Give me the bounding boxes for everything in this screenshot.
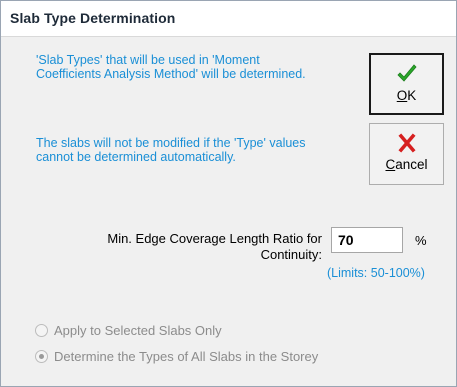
ratio-label-line2: Continuity: <box>260 247 322 262</box>
percent-unit: % <box>415 233 427 248</box>
slab-type-dialog: Slab Type Determination 'Slab Types' tha… <box>0 0 457 387</box>
ratio-label-line1: Min. Edge Coverage Length Ratio for <box>107 231 322 246</box>
radio-circle-unchecked <box>35 323 48 337</box>
red-x-icon <box>397 133 416 153</box>
cancel-button-label: Cancel <box>370 157 443 172</box>
cancel-label-rest: ancel <box>395 157 428 172</box>
radio-selected-slabs-only[interactable]: Apply to Selected Slabs Only <box>35 321 222 339</box>
ok-hotkey: O <box>396 88 408 103</box>
check-mark-icon <box>396 64 417 82</box>
ok-label-rest: K <box>407 88 417 103</box>
coverage-ratio-input[interactable] <box>331 227 403 253</box>
ok-button-label: OK <box>371 88 442 103</box>
limits-hint: (Limits: 50-100%) <box>327 266 425 280</box>
window-title: Slab Type Determination <box>10 10 176 26</box>
cancel-hotkey: C <box>385 157 396 172</box>
info-text-not-modified: The slabs will not be modified if the 'T… <box>36 136 306 164</box>
ok-button[interactable]: OK <box>369 53 444 115</box>
title-bar: Slab Type Determination <box>1 1 456 37</box>
info-text-analysis-method: 'Slab Types' that will be used in 'Momen… <box>36 53 306 81</box>
cancel-button[interactable]: Cancel <box>369 123 444 185</box>
radio-label-all-slabs: Determine the Types of All Slabs in the … <box>54 348 319 364</box>
radio-label-selected-slabs: Apply to Selected Slabs Only <box>54 322 222 338</box>
radio-circle-checked <box>35 349 48 363</box>
radio-all-slabs-in-storey[interactable]: Determine the Types of All Slabs in the … <box>35 347 318 365</box>
